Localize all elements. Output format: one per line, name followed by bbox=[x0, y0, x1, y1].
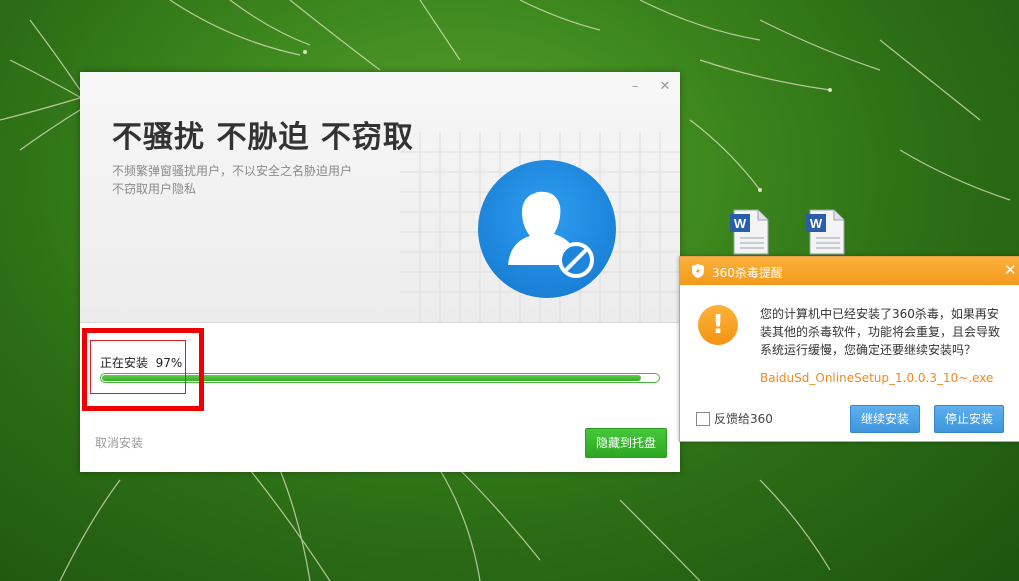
annotation-box-outer bbox=[82, 328, 204, 411]
desktop-file-icon-2[interactable]: W bbox=[804, 208, 848, 256]
alert-filename: BaiduSd_OnlineSetup_1.0.0.3_10~.exe bbox=[760, 371, 994, 385]
feedback-checkbox[interactable] bbox=[696, 411, 710, 426]
minimize-button[interactable]: – bbox=[628, 80, 642, 94]
alert-close-button[interactable]: ✕ bbox=[1004, 262, 1017, 278]
antivirus-alert-dialog: 360杀毒提醒 ✕ ! 您的计算机中已经安装了360杀毒，如果再安 装其他的杀毒… bbox=[679, 256, 1019, 442]
close-button[interactable]: ✕ bbox=[658, 80, 672, 94]
feedback-checkbox-row[interactable]: 反馈给360 bbox=[696, 410, 773, 427]
alert-message-line-1: 您的计算机中已经安装了360杀毒，如果再安 bbox=[760, 307, 999, 321]
desktop: W W – ✕ 不骚扰 不胁迫 不窃取 不频繁弹窗骚扰用户，不以安全之名胁迫用户… bbox=[0, 0, 1019, 581]
desktop-file-icon-1[interactable]: W bbox=[728, 208, 772, 256]
alert-message-line-2: 装其他的杀毒软件，功能将会重复，且会导致 bbox=[760, 325, 1001, 339]
svg-text:W: W bbox=[734, 216, 747, 231]
continue-install-button[interactable]: 继续安装 bbox=[850, 405, 920, 433]
headline: 不骚扰 不胁迫 不窃取 bbox=[112, 120, 414, 155]
installer-window: – ✕ 不骚扰 不胁迫 不窃取 不频繁弹窗骚扰用户，不以安全之名胁迫用户 不窃取… bbox=[80, 72, 680, 472]
feedback-label: 反馈给360 bbox=[714, 412, 773, 426]
subtitle-line-2: 不窃取用户隐私 bbox=[112, 182, 197, 196]
user-block-shield-icon bbox=[478, 160, 616, 298]
word-document-icon: W bbox=[730, 209, 769, 255]
stop-install-button[interactable]: 停止安装 bbox=[934, 405, 1004, 433]
warning-icon: ! bbox=[698, 305, 738, 345]
alert-message-line-3: 系统运行缓慢，您确定还要继续安装吗？ bbox=[760, 343, 977, 357]
cancel-install-link[interactable]: 取消安装 bbox=[95, 434, 143, 451]
alert-header: 360杀毒提醒 ✕ bbox=[680, 257, 1019, 285]
subtitle-line-1: 不频繁弹窗骚扰用户，不以安全之名胁迫用户 bbox=[112, 164, 353, 178]
alert-title: 360杀毒提醒 bbox=[712, 266, 783, 280]
word-document-icon: W bbox=[806, 209, 845, 255]
360-shield-logo-icon bbox=[692, 264, 704, 278]
svg-text:W: W bbox=[810, 216, 823, 231]
hide-to-tray-button[interactable]: 隐藏到托盘 bbox=[585, 428, 667, 458]
installer-hero-banner: – ✕ 不骚扰 不胁迫 不窃取 不频繁弹窗骚扰用户，不以安全之名胁迫用户 不窃取… bbox=[80, 72, 680, 323]
